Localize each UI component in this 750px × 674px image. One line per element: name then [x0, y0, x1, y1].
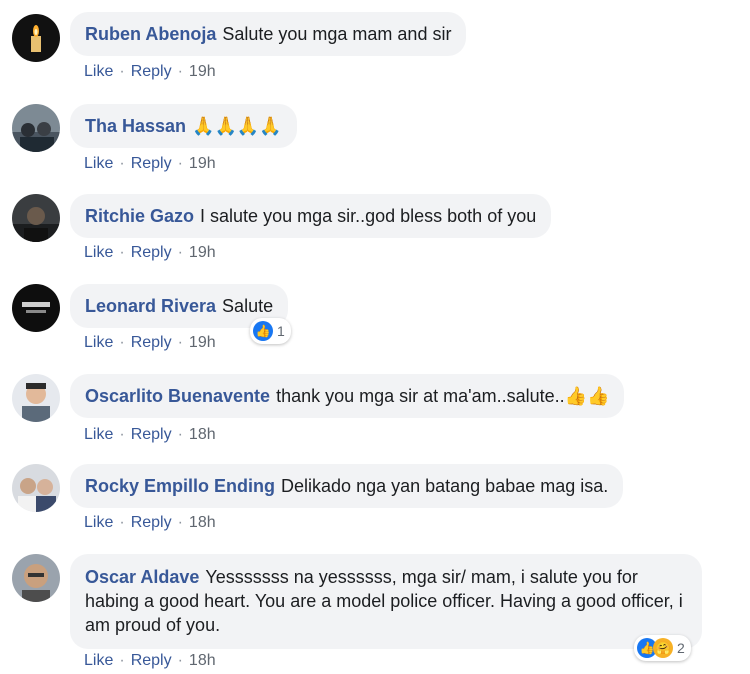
comment-timestamp[interactable]: 19h — [189, 334, 216, 351]
reply-button[interactable]: Reply — [131, 426, 172, 443]
separator: · — [119, 63, 125, 80]
reaction-summary[interactable]: 👍 1 — [250, 318, 291, 344]
avatar[interactable] — [12, 554, 60, 602]
reply-button[interactable]: Reply — [131, 334, 172, 351]
comment-actions: Like · Reply · 19h — [84, 155, 216, 173]
comment-author[interactable]: Leonard Rivera — [85, 296, 216, 316]
separator: · — [177, 334, 183, 351]
comment-actions: Like · Reply · 19h — [84, 244, 216, 262]
comment-bubble: Oscarlito Buenavente thank you mga sir at… — [70, 374, 625, 418]
like-button[interactable]: Like — [84, 514, 113, 531]
comment-timestamp[interactable]: 19h — [189, 63, 216, 80]
avatar[interactable] — [12, 464, 60, 512]
thumbs-up-icon: 👍 — [253, 321, 273, 341]
comment-text: thank you mga sir at ma'am..salute..👍👍 — [276, 386, 610, 406]
like-button[interactable]: Like — [84, 63, 113, 80]
avatar[interactable] — [12, 104, 60, 152]
comment-actions: Like · Reply · 19h — [84, 63, 216, 81]
comment-text: Salute you mga mam and sir — [222, 24, 452, 44]
reaction-summary[interactable]: 👍 🤗 2 — [634, 635, 691, 661]
comment-actions: Like · Reply · 19h — [84, 334, 216, 352]
separator: · — [177, 652, 183, 669]
separator: · — [119, 334, 125, 351]
comment-bubble: Ritchie Gazo I salute you mga sir..god bl… — [70, 194, 552, 238]
comment-author[interactable]: Oscar Aldave — [85, 567, 199, 587]
comment-actions: Like · Reply · 18h — [84, 426, 216, 444]
comment-bubble: Rocky Empillo Ending Delikado nga yan bat… — [70, 464, 624, 508]
separator: · — [177, 244, 183, 261]
comment-actions: Like · Reply · 18h — [84, 652, 216, 670]
reply-button[interactable]: Reply — [131, 155, 172, 172]
separator: · — [177, 514, 183, 531]
separator: · — [177, 155, 183, 172]
comment-bubble: Tha Hassan 🙏🙏🙏🙏 — [70, 104, 297, 148]
comment-actions: Like · Reply · 18h — [84, 514, 216, 532]
reply-button[interactable]: Reply — [131, 652, 172, 669]
reaction-count: 2 — [677, 640, 685, 656]
separator: · — [119, 244, 125, 261]
comment-timestamp[interactable]: 18h — [189, 652, 216, 669]
avatar[interactable] — [12, 194, 60, 242]
separator: · — [119, 155, 125, 172]
avatar[interactable] — [12, 374, 60, 422]
reply-button[interactable]: Reply — [131, 63, 172, 80]
comment-timestamp[interactable]: 19h — [189, 155, 216, 172]
comment-timestamp[interactable]: 18h — [189, 514, 216, 531]
separator: · — [177, 426, 183, 443]
comment-text: 🙏🙏🙏🙏 — [192, 116, 282, 136]
comment-author[interactable]: Oscarlito Buenavente — [85, 386, 270, 406]
comment-text: Delikado nga yan batang babae mag isa. — [281, 476, 609, 496]
avatar[interactable] — [12, 14, 60, 62]
care-emoji-icon: 🤗 — [653, 638, 673, 658]
reaction-count: 1 — [277, 323, 285, 339]
comment-bubble: Ruben Abenoja Salute you mga mam and sir — [70, 12, 467, 56]
comment-author[interactable]: Rocky Empillo Ending — [85, 476, 275, 496]
separator: · — [177, 63, 183, 80]
like-button[interactable]: Like — [84, 334, 113, 351]
like-button[interactable]: Like — [84, 652, 113, 669]
separator: · — [119, 652, 125, 669]
comment-text: I salute you mga sir..god bless both of … — [200, 206, 537, 226]
separator: · — [119, 514, 125, 531]
avatar[interactable] — [12, 284, 60, 332]
comment-text: Salute — [222, 296, 274, 316]
separator: · — [119, 426, 125, 443]
comment-author[interactable]: Ruben Abenoja — [85, 24, 216, 44]
reply-button[interactable]: Reply — [131, 244, 172, 261]
comment-bubble: Oscar Aldave Yesssssss na yessssss, mga s… — [70, 554, 702, 649]
reply-button[interactable]: Reply — [131, 514, 172, 531]
comment-author[interactable]: Tha Hassan — [85, 116, 186, 136]
comment-timestamp[interactable]: 19h — [189, 244, 216, 261]
like-button[interactable]: Like — [84, 244, 113, 261]
like-button[interactable]: Like — [84, 155, 113, 172]
comment-author[interactable]: Ritchie Gazo — [85, 206, 194, 226]
comment-timestamp[interactable]: 18h — [189, 426, 216, 443]
like-button[interactable]: Like — [84, 426, 113, 443]
